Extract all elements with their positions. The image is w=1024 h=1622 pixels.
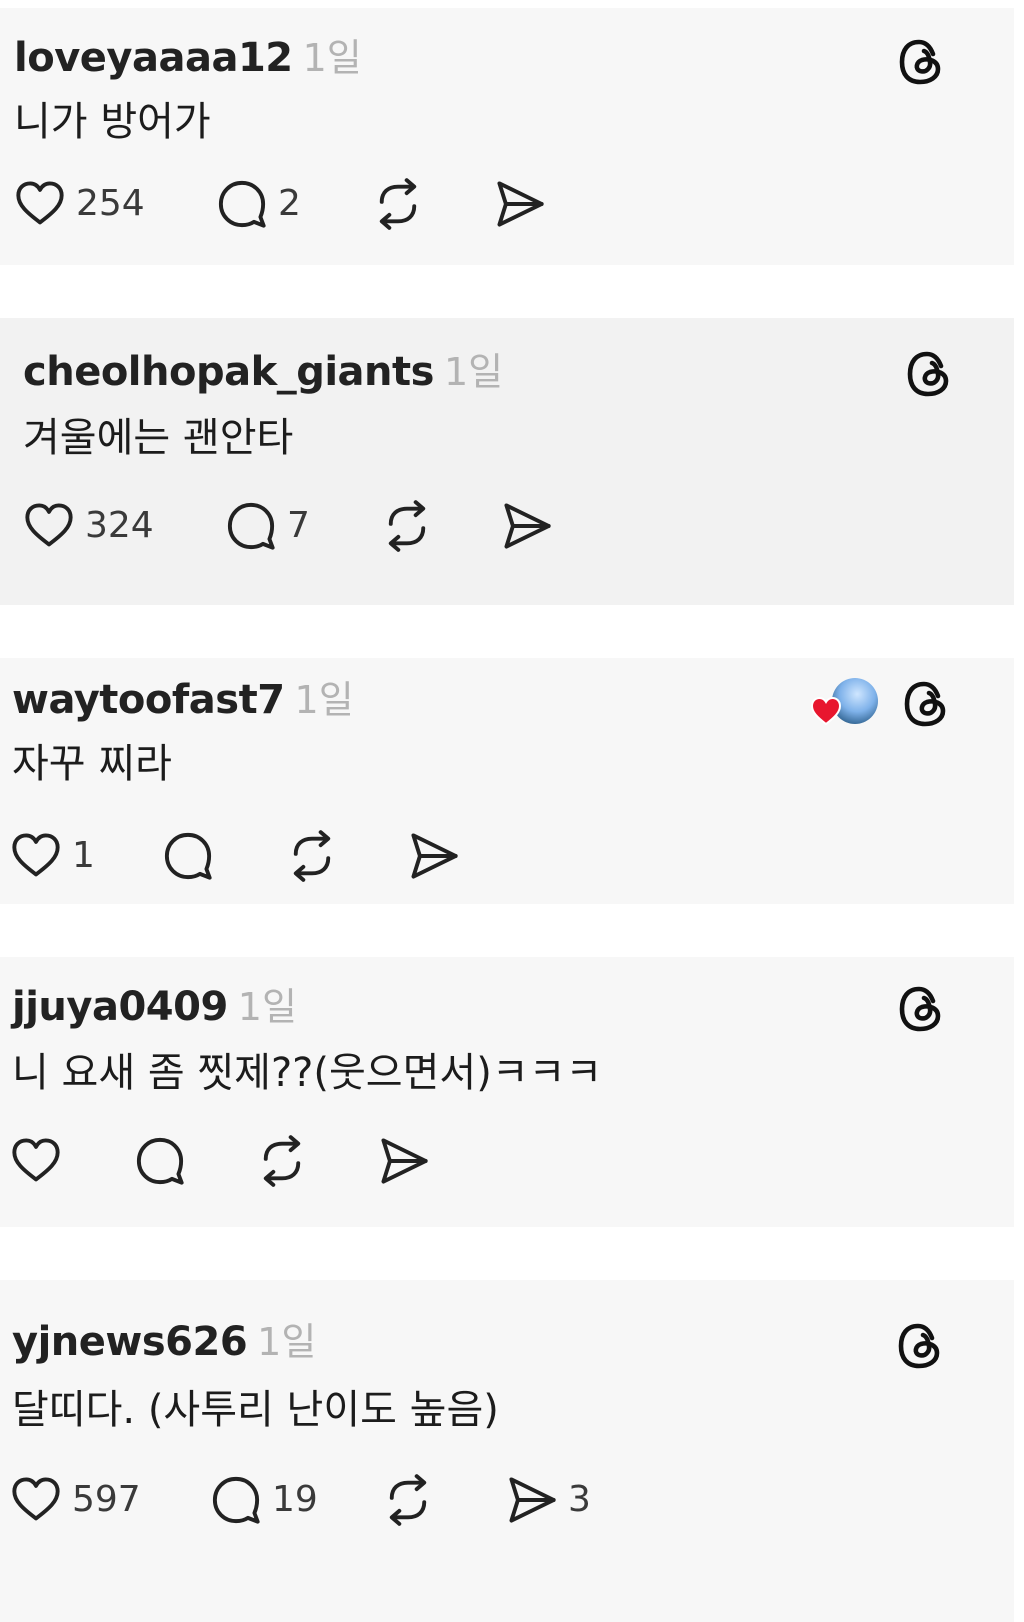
heart-outline-icon [14, 178, 66, 230]
heart-outline-icon [23, 500, 75, 552]
thread-post[interactable]: jjuya0409 1일 니 요새 좀 찟제??(웃으면서)ㅋㅋㅋ [0, 957, 1014, 1227]
like-count: 324 [85, 505, 154, 546]
repost-arrows-icon [372, 178, 424, 230]
reply-button[interactable] [162, 828, 214, 884]
speech-bubble-icon [210, 1474, 262, 1526]
repost-button[interactable] [372, 176, 424, 232]
speech-bubble-icon [225, 500, 277, 552]
repost-button[interactable] [382, 1472, 434, 1528]
timestamp: 1일 [302, 36, 362, 80]
threads-logo-icon[interactable] [896, 983, 948, 1035]
username[interactable]: cheolhopak_giants [23, 349, 434, 395]
post-text: 겨울에는 괜안타 [23, 415, 294, 461]
repost-arrows-icon [256, 1135, 308, 1187]
liked-by-author-indicator[interactable] [810, 678, 880, 728]
threads-logo-icon[interactable] [896, 36, 948, 88]
paper-plane-icon [506, 1474, 558, 1526]
like-count: 1 [72, 835, 95, 876]
heart-outline-icon [10, 830, 62, 882]
timestamp: 1일 [443, 350, 504, 394]
share-button[interactable] [378, 1133, 430, 1189]
post-text: 달띠다. (사투리 난이도 높음) [12, 1387, 499, 1433]
paper-plane-icon [408, 830, 460, 882]
like-button[interactable]: 1 [10, 828, 95, 884]
like-button[interactable]: 254 [14, 176, 145, 232]
thread-post[interactable]: loveyaaaa12 1일 니가 방어가 254 2 [0, 8, 1014, 265]
username[interactable]: yjnews626 [12, 1319, 248, 1365]
repost-button[interactable] [286, 828, 338, 884]
post-text: 니 요새 좀 찟제??(웃으면서)ㅋㅋㅋ [12, 1050, 603, 1096]
threads-logo-icon[interactable] [901, 678, 953, 730]
action-bar [10, 1133, 770, 1189]
share-button[interactable] [501, 498, 553, 554]
reply-count: 2 [278, 183, 301, 224]
threads-logo-icon[interactable] [904, 348, 956, 400]
heart-outline-icon [10, 1135, 62, 1187]
post-header: jjuya0409 1일 [12, 979, 297, 1043]
post-header: cheolhopak_giants 1일 [23, 344, 503, 408]
username[interactable]: waytoofast7 [12, 677, 285, 723]
reply-button[interactable]: 7 [225, 498, 310, 554]
reply-button[interactable]: 19 [210, 1472, 318, 1528]
repost-button[interactable] [381, 498, 433, 554]
heart-outline-icon [10, 1474, 62, 1526]
post-header: waytoofast7 1일 [12, 672, 354, 736]
repost-arrows-icon [382, 1474, 434, 1526]
speech-bubble-icon [216, 178, 268, 230]
share-button[interactable] [494, 176, 546, 232]
reply-count: 19 [272, 1479, 318, 1520]
post-text: 니가 방어가 [14, 99, 211, 145]
post-text: 자꾸 찌라 [12, 741, 172, 787]
like-count: 254 [76, 183, 145, 224]
post-header: loveyaaaa12 1일 [14, 30, 362, 94]
reply-button[interactable]: 2 [216, 176, 301, 232]
speech-bubble-icon [134, 1135, 186, 1187]
thread-post[interactable]: yjnews626 1일 달띠다. (사투리 난이도 높음) 597 19 3 [0, 1280, 1014, 1622]
share-button[interactable] [408, 828, 460, 884]
post-header: yjnews626 1일 [12, 1314, 316, 1378]
timestamp: 1일 [257, 1320, 317, 1364]
paper-plane-icon [501, 500, 553, 552]
repost-arrows-icon [381, 500, 433, 552]
red-heart-icon [810, 696, 842, 726]
threads-logo-icon[interactable] [895, 1320, 947, 1372]
timestamp: 1일 [294, 678, 354, 722]
repost-button[interactable] [256, 1133, 308, 1189]
timestamp: 1일 [237, 985, 297, 1029]
thread-post[interactable]: waytoofast7 1일 자꾸 찌라 1 [0, 658, 1014, 904]
action-bar: 597 19 3 [10, 1472, 770, 1528]
reply-button[interactable] [134, 1133, 186, 1189]
repost-arrows-icon [286, 830, 338, 882]
paper-plane-icon [378, 1135, 430, 1187]
action-bar: 1 [10, 828, 770, 884]
like-count: 597 [72, 1479, 141, 1520]
share-count: 3 [568, 1479, 591, 1520]
reply-count: 7 [287, 505, 310, 546]
paper-plane-icon [494, 178, 546, 230]
like-button[interactable]: 324 [23, 498, 154, 554]
like-button[interactable] [10, 1133, 62, 1189]
thread-post[interactable]: cheolhopak_giants 1일 겨울에는 괜안타 324 7 [0, 318, 1014, 605]
like-button[interactable]: 597 [10, 1472, 141, 1528]
action-bar: 324 7 [23, 498, 783, 554]
speech-bubble-icon [162, 830, 214, 882]
username[interactable]: jjuya0409 [12, 984, 228, 1030]
share-button[interactable]: 3 [506, 1472, 591, 1528]
action-bar: 254 2 [14, 176, 774, 232]
username[interactable]: loveyaaaa12 [14, 35, 293, 81]
